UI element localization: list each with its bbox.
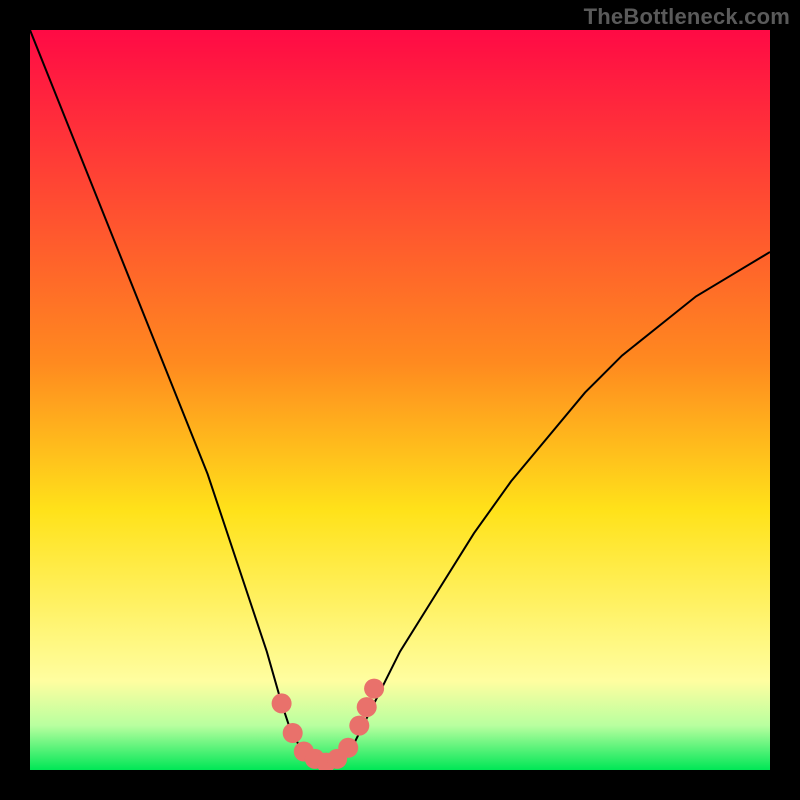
marker-dot [338, 738, 358, 758]
marker-dot [364, 679, 384, 699]
chart-frame: TheBottleneck.com [0, 0, 800, 800]
watermark-text: TheBottleneck.com [584, 4, 790, 30]
marker-dot [283, 723, 303, 743]
bottleneck-plot [30, 30, 770, 770]
marker-dot [349, 716, 369, 736]
marker-dot [357, 697, 377, 717]
marker-dot [272, 693, 292, 713]
gradient-background [30, 30, 770, 770]
